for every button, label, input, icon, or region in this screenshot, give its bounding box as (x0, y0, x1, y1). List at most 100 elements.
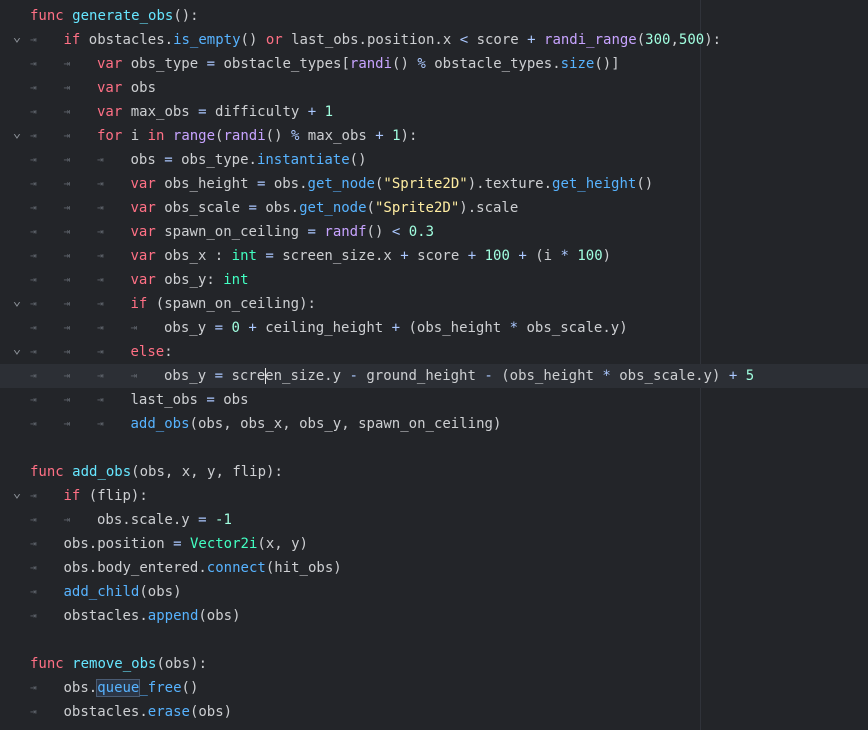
tab-indent-icon: ⇥ (97, 369, 104, 382)
code-line[interactable]: ⇥ ⇥ ⇥ ⇥ obs_y = 0 + ceiling_height + (obs_he… (0, 316, 868, 340)
code-line[interactable]: ⇥ ⇥ ⇥ var spawn_on_ceiling = randf() < 0.3 (0, 220, 868, 244)
code-line[interactable]: func generate_obs(): (0, 4, 868, 28)
code-line[interactable]: ⇥ obstacles.append(obs) (0, 604, 868, 628)
code-token: randi (223, 128, 266, 144)
code-line[interactable]: ⇥ ⇥ var obs (0, 76, 868, 100)
code-line[interactable] (0, 628, 868, 652)
code-token: randf (324, 224, 367, 240)
code-token: size (560, 56, 595, 72)
code-token: spawn_on_ceiling (155, 224, 308, 240)
code-line[interactable]: ⇥ obs.position = Vector2i(x, y) (0, 532, 868, 556)
code-token: func (30, 8, 64, 24)
tab-indent-icon: ⇥ (30, 537, 37, 550)
code-line[interactable]: ⌄ ⇥ ⇥ ⇥ if (spawn_on_ceiling): (0, 292, 868, 316)
code-token: + (375, 128, 384, 144)
code-line[interactable]: ⇥ ⇥ ⇥ ⇥ obs_y = screen_size.y - ground_heigh… (0, 364, 868, 388)
tab-indent-icon: ⇥ (30, 513, 37, 526)
code-token: = (198, 512, 207, 528)
code-token: ): (400, 128, 418, 144)
code-token: var (130, 224, 156, 240)
code-token: obs (122, 80, 157, 96)
code-token: = (206, 56, 216, 72)
tab-indent-icon: ⇥ (30, 33, 37, 46)
code-token: = (265, 248, 274, 264)
code-line[interactable]: ⇥ ⇥ ⇥ var obs_scale = obs.get_node("Sprite2… (0, 196, 868, 220)
code-line[interactable]: ⌄ ⇥ if (flip): (0, 484, 868, 508)
tab-indent-icon: ⇥ (63, 321, 71, 334)
code-token: obs_scale (155, 200, 249, 216)
code-token: ceiling_height (256, 320, 392, 336)
code-token: () (392, 56, 418, 72)
code-editor[interactable]: func generate_obs(): ⌄ ⇥ if obstacles.is_em… (0, 0, 868, 730)
code-token: ( (366, 200, 375, 216)
code-text: obs_y = 0 + ceiling_height + (obs_height… (164, 316, 628, 340)
code-token: 500 (678, 32, 705, 48)
code-line[interactable]: ⇥ ⇥ ⇥ last_obs = obs (0, 388, 868, 412)
chevron-down-icon[interactable]: ⌄ (10, 484, 24, 508)
chevron-down-icon[interactable]: ⌄ (10, 340, 24, 364)
code-token: randi_range (544, 32, 637, 48)
code-token: (obs) (189, 704, 233, 720)
code-line[interactable]: ⇥ ⇥ ⇥ var obs_x : int = screen_size.x + sco… (0, 244, 868, 268)
code-token: (flip): (80, 488, 148, 504)
code-line[interactable]: func remove_obs(obs): (0, 652, 868, 676)
tab-indent-icon: ⇥ (30, 705, 37, 718)
tab-indent-icon: ⇥ (30, 369, 37, 382)
code-token: "Sprite2D" (383, 176, 468, 192)
code-token: obs_height (155, 176, 257, 192)
code-token: 0.3 (408, 224, 435, 240)
code-token: position (366, 32, 435, 48)
code-line[interactable]: ⇥ obs.queue_free() (0, 676, 868, 700)
code-line[interactable]: ⌄ ⇥ ⇥ for i in range(randi() % max_obs + 1)… (0, 124, 868, 148)
code-token: if (63, 32, 81, 48)
code-text: last_obs = obs (131, 388, 249, 412)
chevron-down-icon[interactable]: ⌄ (10, 124, 24, 148)
code-line[interactable]: ⇥ ⇥ ⇥ add_obs(obs, obs_x, obs_y, spawn_on_c… (0, 412, 868, 436)
tab-indent-icon: ⇥ (63, 153, 71, 166)
code-text: var max_obs = difficulty + 1 (97, 100, 333, 124)
code-text: obs.position = Vector2i(x, y) (64, 532, 308, 556)
tab-indent-icon: ⇥ (63, 273, 71, 286)
code-token: get_node (299, 200, 367, 216)
tab-indent-icon: ⇥ (97, 249, 104, 262)
tab-indent-icon: ⇥ (63, 105, 71, 118)
code-token: () (636, 176, 654, 192)
code-token: + (400, 248, 409, 264)
code-token: () (349, 152, 367, 168)
chevron-down-icon[interactable]: ⌄ (10, 292, 24, 316)
chevron-down-icon[interactable]: ⌄ (10, 28, 24, 52)
code-token: erase (147, 704, 190, 720)
code-line[interactable]: ⇥ obs.body_entered.connect(hit_obs) (0, 556, 868, 580)
code-line[interactable]: ⌄ ⇥ if obstacles.is_empty() or last_obs.po… (0, 28, 868, 52)
tab-indent-icon: ⇥ (30, 345, 37, 358)
code-line[interactable]: func add_obs(obs, x, y, flip): (0, 460, 868, 484)
code-line[interactable]: ⇥ add_child(obs) (0, 580, 868, 604)
code-line[interactable]: ⇥ ⇥ var obs_type = obstacle_types[randi() … (0, 52, 868, 76)
code-line[interactable]: ⇥ obstacles.erase(obs) (0, 700, 868, 724)
code-text: add_obs(obs, obs_x, obs_y, spawn_on_ceil… (131, 412, 502, 436)
code-token: 100 (484, 248, 510, 264)
code-line[interactable]: ⇥ ⇥ var max_obs = difficulty + 1 (0, 100, 868, 124)
tab-indent-icon: ⇥ (63, 417, 71, 430)
code-line[interactable]: ⌄ ⇥ ⇥ ⇥ else: (0, 340, 868, 364)
code-token: is_empty (173, 32, 241, 48)
code-line[interactable]: ⇥ ⇥ obs.scale.y = -1 (0, 508, 868, 532)
code-token: + (467, 248, 477, 264)
code-token: - (484, 368, 493, 384)
code-line[interactable]: ⇥ ⇥ ⇥ obs = obs_type.instantiate() (0, 148, 868, 172)
code-token: = (173, 536, 182, 552)
code-line[interactable] (0, 436, 868, 460)
code-line[interactable]: ⇥ ⇥ ⇥ var obs_y: int (0, 268, 868, 292)
code-text: func generate_obs(): (30, 4, 199, 28)
code-line[interactable]: ⇥ ⇥ ⇥ var obs_height = obs.get_node("Sprite… (0, 172, 868, 196)
code-token: screen_size.x (273, 248, 401, 264)
code-token: var (130, 200, 156, 216)
code-token: 100 (577, 248, 603, 264)
tab-indent-icon: ⇥ (30, 561, 37, 574)
